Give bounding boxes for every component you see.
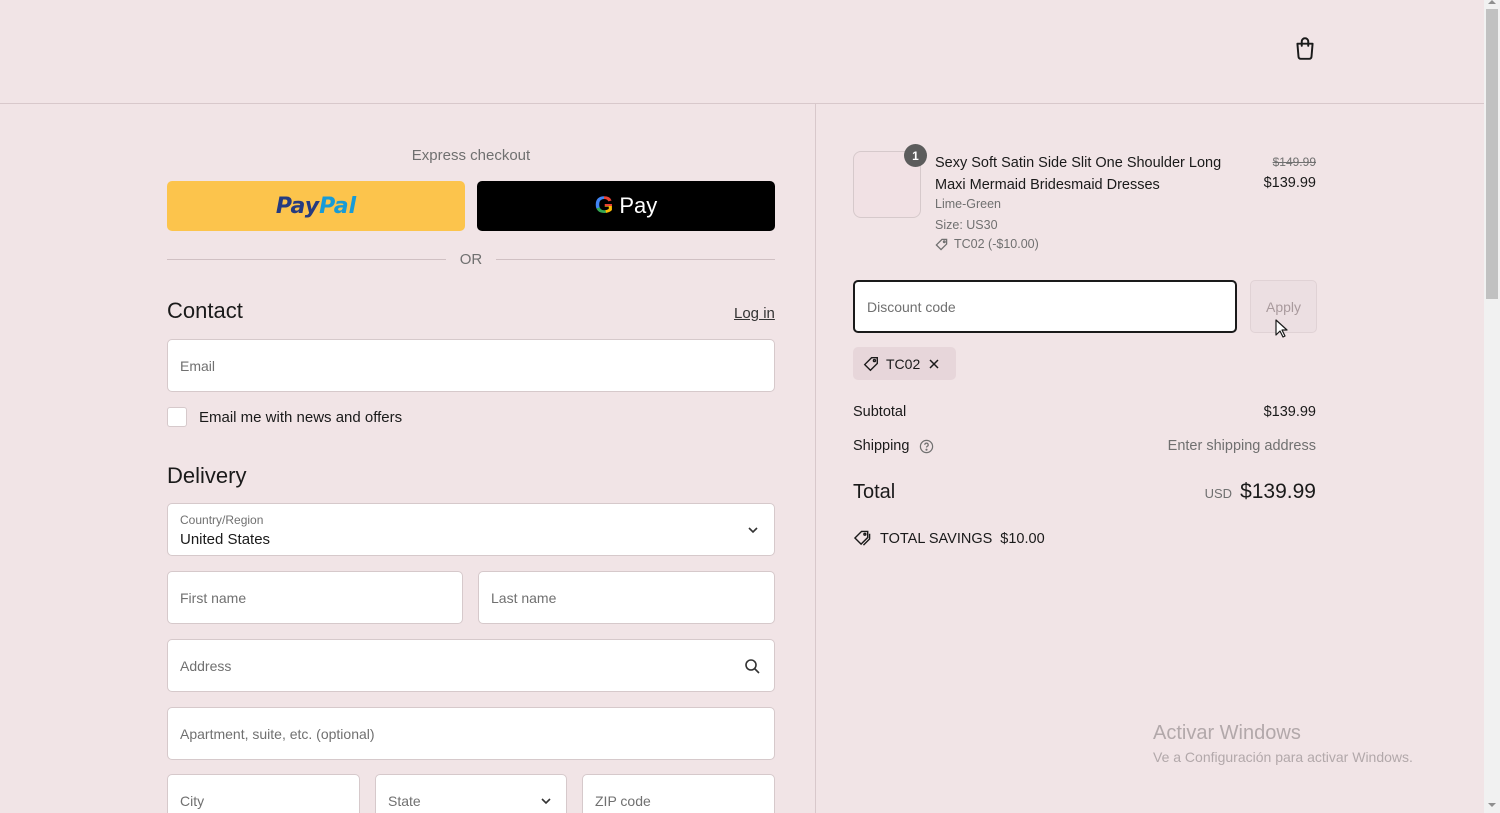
delivery-title: Delivery: [167, 463, 247, 488]
newsletter-label: Email me with news and offers: [199, 408, 403, 426]
scroll-down-icon[interactable]: [1488, 803, 1496, 807]
newsletter-checkbox[interactable]: [167, 407, 187, 427]
currency-code: USD: [1204, 486, 1233, 501]
applied-discount-code: TC02: [886, 355, 921, 372]
mouse-cursor-icon: [1275, 319, 1288, 338]
first-name-field[interactable]: [167, 571, 463, 624]
scrollbar-thumb[interactable]: [1486, 9, 1498, 299]
paypal-logo: PayPal: [276, 194, 356, 219]
total-savings: TOTAL SAVINGS $10.00: [853, 530, 1045, 547]
contact-title: Contact: [167, 298, 243, 323]
paypal-logo-pal: Pal: [319, 193, 357, 219]
shipping-value: Enter shipping address: [1167, 438, 1316, 454]
newsletter-option: Email me with news and offers: [167, 407, 402, 427]
chevron-down-icon: [541, 798, 551, 805]
windows-activation-watermark: Activar Windows Ve a Configuración para …: [1153, 722, 1413, 765]
tag-icon: [935, 238, 948, 251]
or-line-right: [496, 258, 775, 260]
total-label: Total: [853, 481, 896, 503]
paypal-logo-pay: Pay: [275, 193, 320, 219]
header: [0, 0, 1484, 104]
paypal-button[interactable]: PayPal: [167, 181, 465, 231]
product-name: Sexy Soft Satin Side Slit One Shoulder L…: [935, 155, 1222, 193]
help-icon[interactable]: [919, 439, 934, 454]
zip-field[interactable]: [582, 774, 775, 813]
city-input[interactable]: [180, 775, 347, 813]
savings-value: $10.00: [1000, 530, 1045, 547]
first-name-input[interactable]: [180, 572, 450, 623]
watermark-subtitle: Ve a Configuración para activar Windows.: [1153, 749, 1413, 765]
apartment-input[interactable]: [180, 708, 762, 759]
search-icon: [745, 659, 760, 674]
subtotal-label: Subtotal: [853, 404, 907, 420]
express-checkout-title: Express checkout: [411, 147, 531, 164]
discount-code-field[interactable]: [853, 280, 1237, 333]
close-icon: [929, 358, 939, 369]
vertical-scrollbar[interactable]: [1484, 0, 1500, 813]
google-pay-button[interactable]: G Pay: [477, 181, 775, 231]
city-field[interactable]: [167, 774, 360, 813]
scroll-up-icon[interactable]: [1488, 0, 1496, 4]
country-value: United States: [180, 531, 271, 548]
country-select[interactable]: Country/Region United States: [167, 503, 775, 556]
product-discount-text: TC02 (-$10.00): [954, 237, 1039, 251]
country-label: Country/Region: [180, 513, 264, 527]
state-placeholder: State: [388, 792, 421, 809]
quantity-badge: 1: [904, 144, 927, 167]
product-discount: TC02 (-$10.00): [935, 237, 1039, 251]
product-color: Lime-Green: [935, 197, 1001, 211]
product-size: Size: US30: [935, 218, 998, 232]
login-link[interactable]: Log in: [734, 305, 775, 322]
email-input[interactable]: [180, 340, 762, 391]
subtotal-value: $139.99: [1263, 404, 1316, 420]
total-amount: $139.99: [1240, 480, 1316, 503]
remove-discount-button[interactable]: [928, 358, 940, 370]
savings-label: TOTAL SAVINGS: [880, 530, 993, 547]
last-name-input[interactable]: [491, 572, 762, 623]
google-g-icon: G: [594, 192, 614, 219]
google-pay-label: Pay: [619, 193, 658, 218]
original-price: $149.99: [1272, 155, 1316, 169]
discount-code-input[interactable]: [867, 282, 1217, 331]
total-value: USD $139.99: [1205, 480, 1316, 504]
column-divider: [815, 104, 816, 813]
or-line-left: [167, 258, 446, 260]
or-text: OR: [459, 250, 483, 268]
zip-input[interactable]: [595, 775, 762, 813]
shipping-label: Shipping: [853, 438, 910, 454]
address-field[interactable]: [167, 639, 775, 692]
last-name-field[interactable]: [478, 571, 775, 624]
watermark-title: Activar Windows: [1153, 722, 1301, 744]
current-price: $139.99: [1263, 175, 1316, 191]
tags-icon: [853, 530, 871, 546]
tag-icon: [863, 356, 878, 371]
or-divider: OR: [167, 249, 775, 269]
apartment-field[interactable]: [167, 707, 775, 760]
chevron-down-icon: [748, 527, 758, 534]
applied-discount-chip: TC02: [853, 347, 956, 380]
shipping-row: Shipping: [853, 438, 934, 454]
address-input[interactable]: [180, 640, 762, 691]
state-select[interactable]: State: [375, 774, 567, 813]
email-field[interactable]: [167, 339, 775, 392]
shopping-bag-icon[interactable]: [1292, 35, 1318, 61]
